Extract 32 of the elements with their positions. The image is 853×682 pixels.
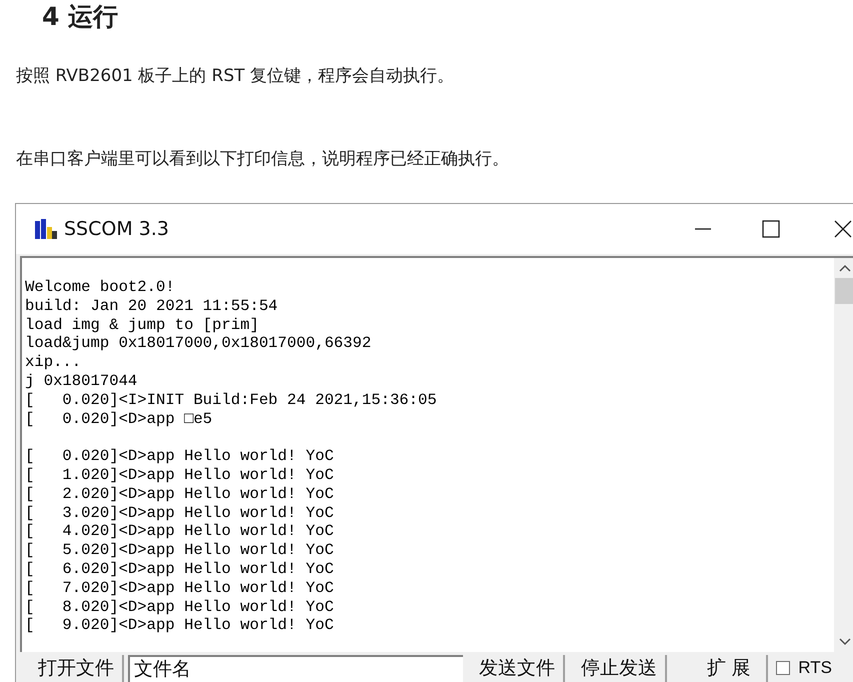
checkbox-label: RTS <box>798 657 832 679</box>
file-name-field[interactable]: 文件名 <box>128 655 463 682</box>
log-line: [ 7.020]<D>app Hello world! YoC <box>25 578 334 598</box>
scroll-up-icon[interactable] <box>839 264 851 272</box>
section-heading: 4 运行 <box>42 1 120 33</box>
paragraph: 在串口客户端里可以看到以下打印信息，说明程序已经正确执行。 <box>16 148 510 171</box>
log-line: [ 2.020]<D>app Hello world! YoC <box>25 484 334 504</box>
log-line: [ 1.020]<D>app Hello world! YoC <box>25 466 334 485</box>
close-icon[interactable] <box>834 220 852 238</box>
app-icon <box>34 217 58 241</box>
maximize-icon[interactable] <box>762 220 780 238</box>
log-line: [ 9.020]<D>app Hello world! YoC <box>25 616 334 636</box>
log-line: [ 6.020]<D>app Hello world! YoC <box>25 560 334 579</box>
log-line: build: Jan 20 2021 11:55:54 <box>25 296 278 316</box>
paragraph: 按照 RVB2601 板子上的 RST 复位键，程序会自动执行。 <box>16 65 456 88</box>
log-line: xip... <box>25 353 82 372</box>
scroll-thumb[interactable] <box>835 278 853 304</box>
log-line: [ 3.020]<D>app Hello world! YoC <box>25 504 334 522</box>
scrollbar[interactable] <box>834 258 853 652</box>
window-title: SSCOM 3.3 <box>64 216 169 242</box>
log-line: [ 4.020]<D>app Hello world! YoC <box>25 522 334 542</box>
log-line: j 0x18017044 <box>25 372 138 391</box>
log-line: Welcome boot2.0! <box>25 278 175 297</box>
log-line: [ 8.020]<D>app Hello world! YoC <box>25 598 334 616</box>
log-line: load img & jump to [prim] <box>25 316 259 334</box>
log-line: [ 0.020]<D>app □e5 <box>25 410 212 428</box>
log-line: [ 0.020]<I>INIT Build:Feb 24 2021,15:36:05 <box>25 390 437 410</box>
checkbox[interactable] <box>776 660 790 674</box>
scroll-down-icon[interactable] <box>839 638 851 646</box>
log-line: [ 5.020]<D>app Hello world! YoC <box>25 541 334 560</box>
log-line: [ 0.020]<D>app Hello world! YoC <box>25 447 334 466</box>
log-line: load&jump 0x18017000,0x18017000,66392 <box>25 334 372 354</box>
